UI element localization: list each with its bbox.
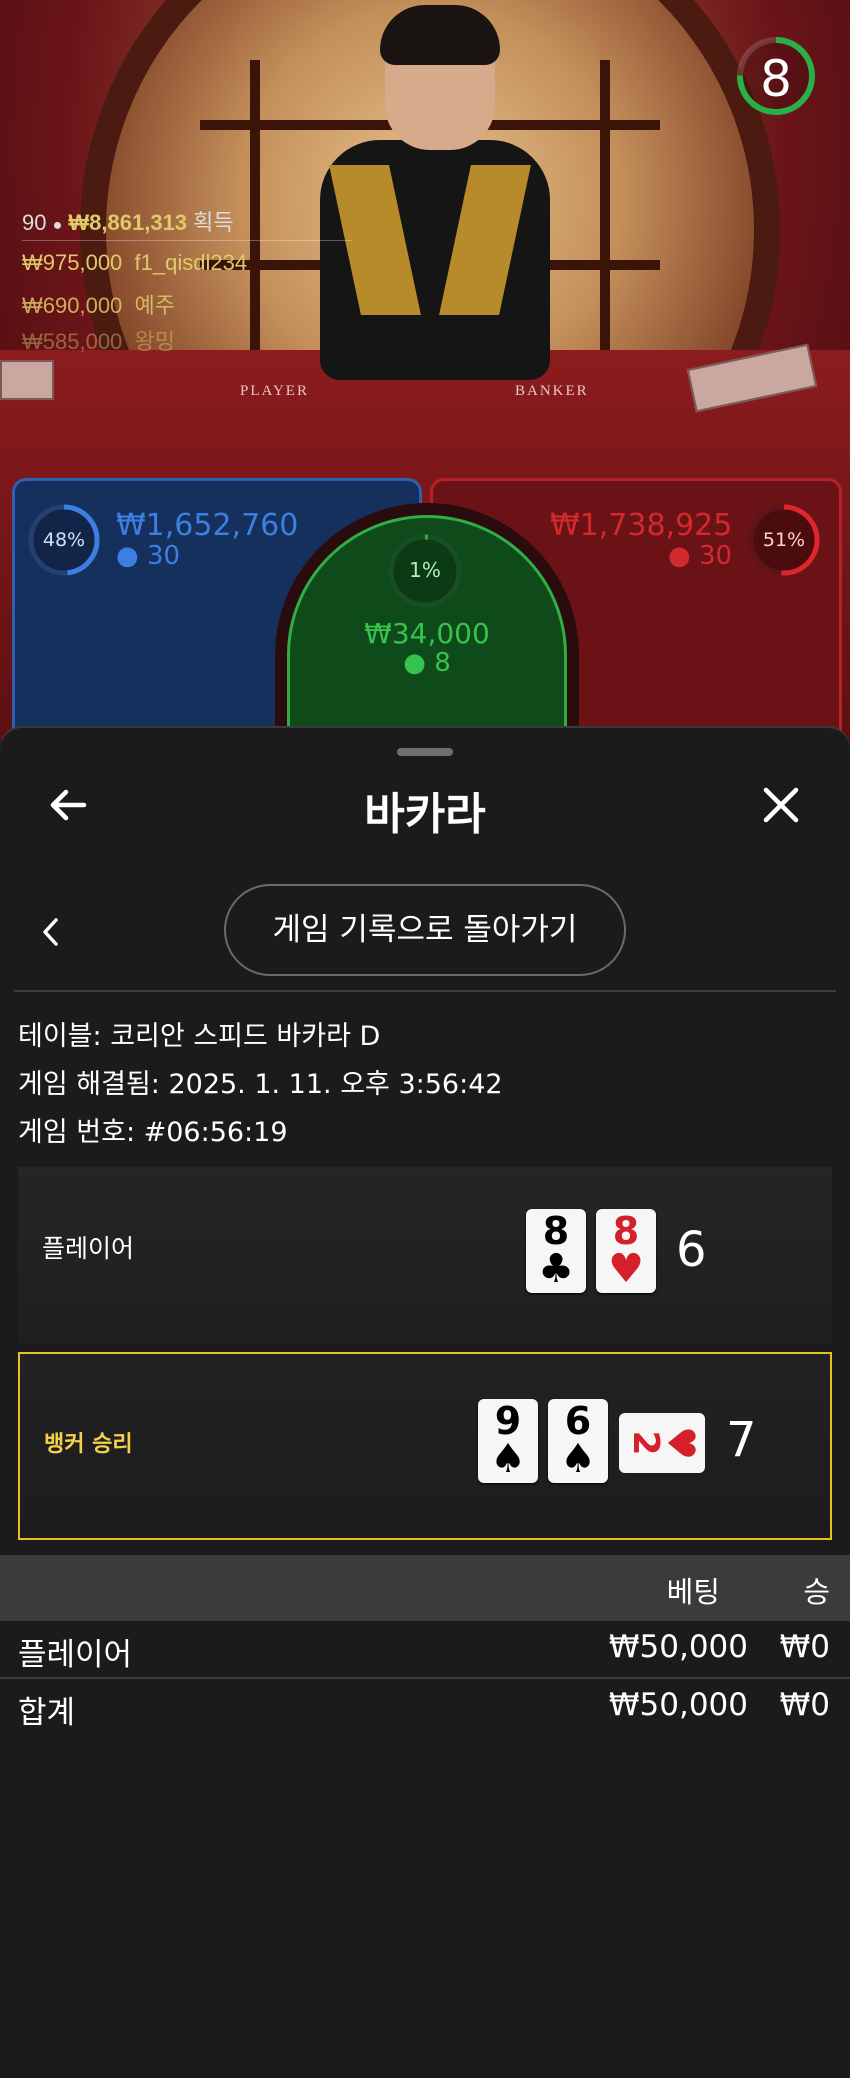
chevron-left-icon[interactable]: [36, 912, 66, 952]
win-amount: ₩0: [779, 1629, 830, 1665]
person-icon: ●: [116, 541, 139, 571]
divider: [14, 990, 836, 992]
winner-name: 왕밍: [134, 329, 176, 354]
tie-users: ● 8: [287, 648, 567, 678]
winner-amount: ₩585,000: [22, 329, 123, 354]
game-number-info: 게임 번호: #06:56:19: [18, 1117, 288, 1148]
panel-title: 바카라: [364, 789, 486, 840]
card-suit: ♠: [560, 1436, 596, 1482]
table-label-banker: BANKER: [515, 383, 589, 399]
drag-handle[interactable]: [397, 748, 453, 756]
tie-users-count: 8: [434, 648, 451, 678]
total-label: 합계: [18, 1695, 76, 1731]
total-win: ₩8,861,313: [68, 210, 188, 235]
card-suit: ♣: [538, 1246, 574, 1292]
total-bet-amount: ₩50,000: [608, 1687, 748, 1723]
banker-users-count: 30: [698, 541, 733, 571]
card: 8 ♣: [526, 1209, 586, 1293]
player-percent: 48%: [42, 529, 86, 551]
card: 9 ♠: [478, 1399, 538, 1483]
tie-percent: 1%: [409, 558, 441, 582]
bet-amount: ₩50,000: [608, 1629, 748, 1665]
card-sideways: 2 ♥: [619, 1413, 705, 1473]
banker-users: ● 30: [668, 541, 732, 571]
leaderboard-divider: [22, 240, 352, 241]
player-hand-row: 플레이어: [18, 1167, 832, 1343]
close-icon[interactable]: [756, 780, 806, 830]
bet-table-total-row: 합계 ₩50,000 ₩0: [0, 1679, 850, 1735]
player-hand-label: 플레이어: [42, 1234, 135, 1263]
card-rank: 8: [612, 1209, 640, 1253]
lattice-bar: [250, 60, 260, 360]
leaderboard-summary: 90 ● ₩8,861,313 획득: [22, 205, 234, 237]
dealer-hair: [380, 5, 500, 65]
bet-table-header: 베팅 승: [0, 1555, 850, 1621]
player-users-count: 30: [146, 541, 181, 571]
card-suit: ♠: [490, 1436, 526, 1482]
winner-amount: ₩690,000: [22, 293, 123, 318]
countdown-timer-value: 8: [760, 50, 792, 108]
bet-name: 플레이어: [18, 1637, 133, 1673]
players-count: 90: [22, 210, 47, 235]
leaderboard-row: ₩975,000 f1_qisdl234: [22, 250, 247, 276]
winner-name: f1_qisdl234: [134, 250, 248, 275]
card-suit: ♥: [608, 1246, 644, 1292]
banker-hand-row: 뱅커 승리: [18, 1352, 832, 1540]
card: 6 ♠: [548, 1399, 608, 1483]
banker-score: 7: [726, 1412, 757, 1468]
win-column-header: 승: [803, 1575, 830, 1609]
table-info: 테이블: 코리안 스피드 바카라 D: [18, 1021, 381, 1052]
tie-bet-amount: ₩34,000: [364, 617, 490, 650]
card-rank: 6: [564, 1399, 592, 1443]
card-rank: 8: [542, 1209, 570, 1253]
card: 8 ♥: [596, 1209, 656, 1293]
player-users: ● 30: [116, 541, 180, 571]
banker-bet-amount: ₩1,738,925: [550, 508, 733, 543]
win-label: 획득: [193, 210, 234, 235]
back-to-history-button[interactable]: 게임 기록으로 돌아가기: [224, 884, 626, 976]
player-bet-amount: ₩1,652,760: [116, 508, 299, 543]
banker-win-label: 뱅커 승리: [44, 1432, 133, 1457]
person-icon: ●: [52, 217, 63, 234]
card-shoe: [0, 360, 54, 400]
game-resolved-info: 게임 해결됨: 2025. 1. 11. 오후 3:56:42: [18, 1069, 503, 1100]
leaderboard-row: ₩585,000 왕밍: [22, 324, 175, 356]
winner-amount: ₩975,000: [22, 250, 123, 275]
leaderboard-row: ₩690,000 예주: [22, 288, 175, 320]
total-win-amount: ₩0: [779, 1687, 830, 1723]
person-icon: ●: [403, 648, 426, 678]
winner-name: 예주: [134, 293, 176, 318]
banker-percent: 51%: [762, 529, 806, 551]
bet-table-row: 플레이어 ₩50,000 ₩0: [0, 1621, 850, 1679]
lattice-bar: [600, 60, 610, 360]
person-icon: ●: [668, 541, 691, 571]
bet-column-header: 베팅: [666, 1575, 720, 1609]
table-label-player: PLAYER: [240, 383, 309, 399]
player-score: 6: [676, 1222, 707, 1278]
card-suit: ♥: [659, 1425, 703, 1461]
card-rank: 9: [494, 1399, 522, 1443]
